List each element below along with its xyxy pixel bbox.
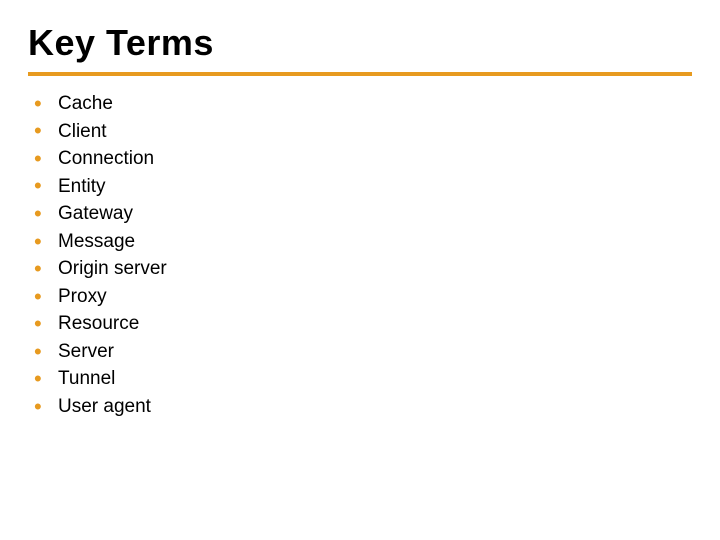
list-item-label: Cache — [58, 90, 113, 118]
bullet-icon: • — [28, 175, 58, 197]
list-item: • Message — [28, 228, 692, 256]
bullet-icon: • — [28, 313, 58, 335]
list-item: • Origin server — [28, 255, 692, 283]
slide-title: Key Terms — [28, 22, 692, 64]
list-item: • Proxy — [28, 283, 692, 311]
bullet-icon: • — [28, 148, 58, 170]
list-item: • Connection — [28, 145, 692, 173]
bullet-icon: • — [28, 93, 58, 115]
slide: Key Terms • Cache • Client • Connection … — [0, 0, 720, 540]
list-item: • Entity — [28, 173, 692, 201]
list-item-label: User agent — [58, 393, 151, 421]
bullet-icon: • — [28, 396, 58, 418]
title-divider — [28, 72, 692, 76]
list-item-label: Origin server — [58, 255, 167, 283]
list-item-label: Entity — [58, 173, 106, 201]
list-item-label: Gateway — [58, 200, 133, 228]
bullet-icon: • — [28, 341, 58, 363]
list-item: • Server — [28, 338, 692, 366]
list-item-label: Server — [58, 338, 114, 366]
bullet-icon: • — [28, 286, 58, 308]
list-item: • Tunnel — [28, 365, 692, 393]
list-item-label: Client — [58, 118, 107, 146]
bullet-icon: • — [28, 368, 58, 390]
bullet-icon: • — [28, 203, 58, 225]
list-item-label: Tunnel — [58, 365, 115, 393]
list-item: • Client — [28, 118, 692, 146]
list-item: • Gateway — [28, 200, 692, 228]
bullet-icon: • — [28, 231, 58, 253]
list-item: • Resource — [28, 310, 692, 338]
list-item: • Cache — [28, 90, 692, 118]
list-item-label: Resource — [58, 310, 139, 338]
bullet-icon: • — [28, 120, 58, 142]
bullet-icon: • — [28, 258, 58, 280]
list-item-label: Connection — [58, 145, 154, 173]
terms-list: • Cache • Client • Connection • Entity •… — [28, 90, 692, 421]
list-item-label: Proxy — [58, 283, 107, 311]
list-item: • User agent — [28, 393, 692, 421]
list-item-label: Message — [58, 228, 135, 256]
